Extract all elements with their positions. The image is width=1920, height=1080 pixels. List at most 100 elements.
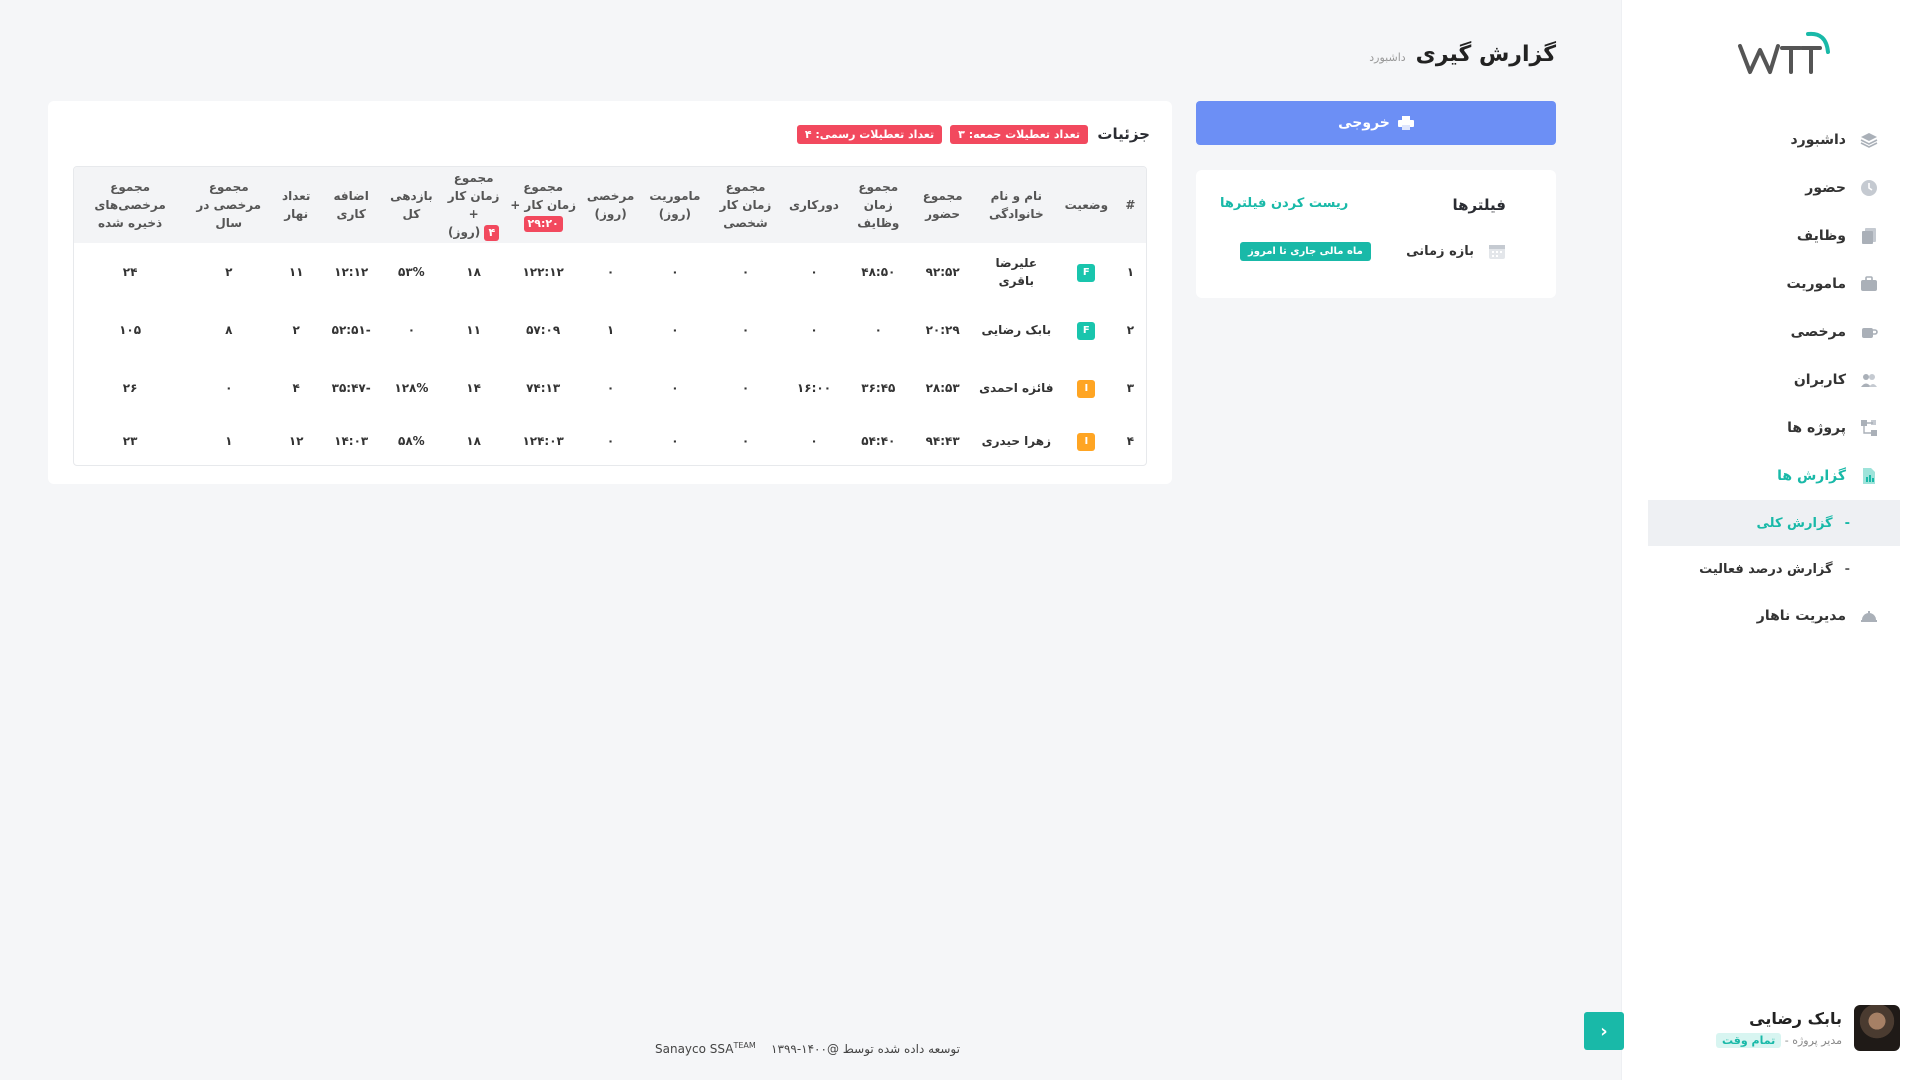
table-cell: ۱۲۴:۰۳ [522, 434, 564, 448]
friday-holidays-badge: تعداد تعطیلات جمعه: ۳ [950, 125, 1088, 144]
column-header-suffix: (روز) [448, 225, 481, 239]
period-value-badge[interactable]: ماه مالی جاری تا امروز [1240, 242, 1371, 261]
sidebar-item-reports[interactable]: گزارش ها [1648, 452, 1900, 500]
sidebar: داشبورد حضور وظایف ماموریت مرخصی کاربران… [1622, 0, 1920, 1080]
table-cell: ۴۸:۵۰ [861, 265, 896, 279]
footer: توسعه داده شده توسط @Sanayco SSATEAM ۱۳۹… [655, 1041, 960, 1056]
column-header[interactable]: مجموع حضور [910, 167, 974, 243]
chevron-right-icon: › [1600, 1020, 1608, 1042]
table-cell: ۴ [292, 381, 300, 395]
sidebar-item-label: داشبورد [1790, 132, 1847, 148]
status-cell: F [1058, 301, 1115, 359]
sidebar-item-lunch[interactable]: مدیریت ناهار [1648, 592, 1900, 640]
column-header[interactable]: مرخصی (روز) [581, 167, 641, 243]
column-header[interactable]: دورکاری [782, 167, 846, 243]
user-role-line: مدیر پروژه - تمام وقت [1716, 1033, 1842, 1048]
column-header[interactable]: ماموریت (روز) [641, 167, 709, 243]
status-cell: I [1058, 359, 1115, 417]
breadcrumb[interactable]: داشبورد [1369, 51, 1405, 64]
column-header[interactable]: تعداد نهار [271, 167, 321, 243]
sidebar-subitem-activity-report[interactable]: - گزارش درصد فعالیت [1648, 546, 1900, 592]
table-cell: ۱ [225, 434, 233, 448]
sidebar-item-label: مرخصی [1790, 324, 1846, 340]
column-header[interactable]: اضافه کاری [321, 167, 381, 243]
table-cell: ۲۰:۲۹ [925, 323, 960, 337]
table-cell: ۱۲۸% [394, 381, 429, 395]
table-row[interactable]: ۴ I زهرا حیدری ۹۴:۴۳ ۵۴:۴۰ ۰ ۰ ۰ ۰ ۱۲۴:۰۳ ۱۸ ۵۸% ۱۴:… [74, 417, 1146, 465]
users-icon [1861, 374, 1877, 387]
table-cell: علیرضا باقری [995, 256, 1038, 288]
table-body: ۱ F علیرضا باقری ۹۲:۵۲ ۴۸:۵۰ ۰ ۰ ۰ ۰ ۱۲۲:۱۲ ۱۸ ۵۳% ۱… [74, 243, 1146, 465]
sidebar-item-leave[interactable]: مرخصی [1648, 308, 1900, 356]
table-cell: ۰ [225, 381, 233, 395]
column-header[interactable]: مجموع مرخصی‌های ذخیره شده [74, 167, 186, 243]
user-profile[interactable]: بابک رضایی مدیر پروژه - تمام وقت [1650, 1004, 1900, 1052]
column-header[interactable]: نام و نام خانوادگی [975, 167, 1058, 243]
dash-icon: - [1844, 561, 1850, 577]
reset-filters-link[interactable]: ریست کردن فیلترها [1220, 196, 1348, 211]
sidebar-item-label: مدیریت ناهار [1756, 608, 1846, 624]
sidebar-item-label: کاربران [1793, 372, 1846, 388]
sidebar-item-missions[interactable]: ماموریت [1648, 260, 1900, 308]
table-cell: ۸ [225, 323, 233, 337]
table-cell: ۱ [606, 323, 615, 337]
column-header[interactable]: مجموع زمان کار شخصی [709, 167, 782, 243]
sidebar-item-dashboard[interactable]: داشبورد [1648, 116, 1900, 164]
table-cell: ۹۲:۵۲ [925, 265, 960, 279]
table-cell: ۲ [1126, 323, 1135, 337]
dash-icon: - [1844, 515, 1850, 531]
app-logo[interactable] [1736, 28, 1832, 80]
table-row[interactable]: ۳ I فائزه احمدی ۲۸:۵۳ ۳۶:۴۵ ۱۶:۰۰ ۰ ۰ ۰ ۷۴:۱۳ ۱۴ ۱۲… [74, 359, 1146, 417]
table-cell: فائزه احمدی [979, 381, 1054, 395]
table-cell: ۰ [874, 323, 882, 337]
page-title: گزارش گیری [1415, 42, 1556, 67]
table-cell: ۰ [741, 323, 750, 337]
table-cell: ۰ [741, 381, 750, 395]
table-cell: ۱۶:۰۰ [796, 381, 832, 395]
sidebar-item-attendance[interactable]: حضور [1648, 164, 1900, 212]
status-badge: F [1077, 322, 1096, 340]
table-cell: ۱۲:۱۲ [334, 265, 369, 279]
footer-years: ۱۳۹۹-۱۴۰۰ [771, 1042, 827, 1056]
table-cell: ۱۴ [466, 381, 481, 395]
table-cell: ۱ [1126, 265, 1135, 279]
table-cell: ۹۴:۴۳ [925, 434, 960, 448]
table-cell: ۷۴:۱۳ [526, 381, 561, 395]
sidebar-toggle-button[interactable]: › [1584, 1012, 1624, 1050]
documents-icon [1862, 228, 1876, 244]
coffee-icon [1862, 328, 1878, 338]
column-header[interactable]: مجموع زمان کار + ۲۹:۲۰ [506, 167, 581, 243]
column-header[interactable]: بازدهی کل [381, 167, 441, 243]
table-row[interactable]: ۲ F بابک رضایی ۲۰:۲۹ ۰ ۰ ۰ ۰ ۱ ۵۷:۰۹ ۱۱ ۰ -۵۲:۵۱ ۲ ۸ ۱۰… [74, 301, 1146, 359]
column-header[interactable]: مجموع زمان کار + ۴ (روز) [441, 167, 505, 243]
sidebar-item-label: حضور [1805, 180, 1846, 196]
layers-icon [1860, 133, 1878, 148]
table-cell: ۱۸ [466, 265, 481, 279]
page-header: گزارش گیری داشبورد [1369, 42, 1556, 67]
export-button[interactable]: خروجی [1196, 101, 1556, 145]
official-holidays-badge: تعداد تعطیلات رسمی: ۴ [796, 125, 943, 144]
table-cell: ۵۸% [398, 434, 425, 448]
sidebar-item-users[interactable]: کاربران [1648, 356, 1900, 404]
column-header[interactable]: # [1115, 167, 1146, 243]
table-cell: ۴ [1126, 434, 1135, 448]
table-cell: ۱۲ [288, 434, 304, 448]
column-header[interactable]: مجموع مرخصی در سال [186, 167, 271, 243]
status-badge: F [1077, 264, 1096, 282]
period-filter[interactable]: بازه زمانی [1406, 242, 1506, 260]
table-cell: ۰ [671, 265, 679, 279]
details-card: جزئیات تعداد تعطیلات جمعه: ۳ تعداد تعطیل… [48, 101, 1172, 484]
column-header[interactable]: مجموع زمان وظایف [846, 167, 910, 243]
footer-sup: TEAM [733, 1041, 756, 1050]
table-cell: ۰ [810, 434, 818, 448]
status-badge: I [1077, 380, 1096, 398]
table-header-row: # وضعیت نام و نام خانوادگی مجموع حضور مج… [74, 167, 1146, 243]
sidebar-item-tasks[interactable]: وظایف [1648, 212, 1900, 260]
sidebar-item-projects[interactable]: پروژه ها [1648, 404, 1900, 452]
column-header[interactable]: وضعیت [1058, 167, 1115, 243]
sidebar-subitem-general-report[interactable]: - گزارش کلی [1648, 500, 1900, 546]
project-icon [1861, 420, 1877, 436]
table-cell: بابک رضایی [981, 323, 1052, 337]
table-cell: ۲ [225, 265, 233, 279]
table-row[interactable]: ۱ F علیرضا باقری ۹۲:۵۲ ۴۸:۵۰ ۰ ۰ ۰ ۰ ۱۲۲:۱۲ ۱۸ ۵۳% ۱… [74, 243, 1146, 301]
